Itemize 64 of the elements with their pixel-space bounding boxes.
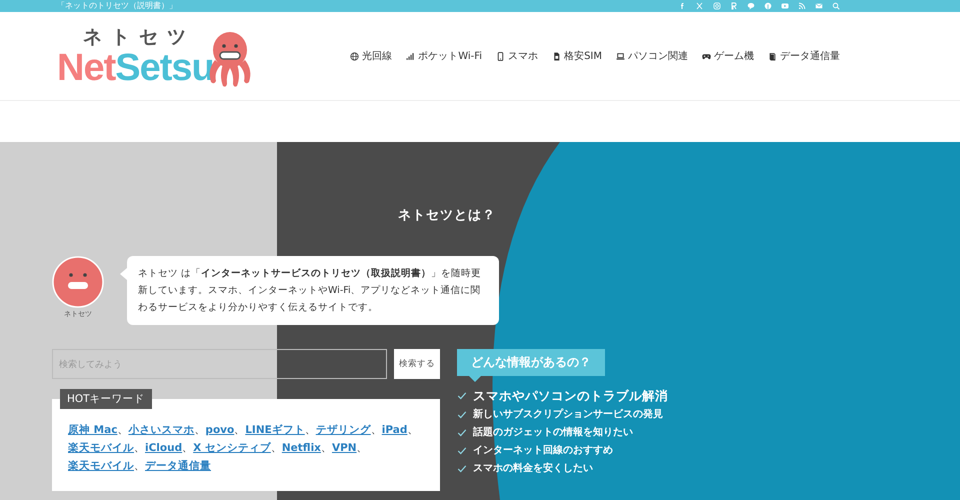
keyword-link[interactable]: 原神 Mac [68, 424, 118, 436]
phone-icon [496, 52, 506, 60]
separator-text: 、 [134, 460, 145, 472]
sim-card-icon [552, 52, 562, 60]
x-icon[interactable] [696, 2, 704, 10]
site-tagline: 「ネットのトリセツ（説明書）」 [57, 0, 177, 12]
nav-link[interactable]: ポケットWi-Fi [406, 49, 482, 63]
laptop-icon [616, 52, 625, 60]
separator-text: 、 [320, 442, 332, 454]
keyword-link[interactable]: iPad [382, 424, 408, 436]
nav-link[interactable]: 光回線 [350, 49, 392, 63]
search-icon[interactable] [832, 2, 840, 10]
keyword-link[interactable]: 楽天モバイル [68, 442, 134, 454]
nav-link[interactable]: ゲーム機 [702, 49, 754, 63]
separator-text: 、 [356, 442, 368, 454]
info-item: インターネット回線のおすすめ [473, 444, 613, 458]
hot-keyword-label: HOTキーワード [60, 389, 152, 409]
nav-link[interactable]: データ通信量 [768, 49, 840, 63]
keyword-link[interactable]: povo [205, 424, 234, 436]
separator-text: 、 [304, 424, 316, 436]
logo-kana: ネトセツ [83, 26, 195, 48]
logo-text: Net [57, 48, 116, 88]
label-tail [469, 376, 481, 382]
section-title: ネトセツとは？ [398, 207, 496, 224]
avatar-icon [52, 256, 104, 308]
pinterest-icon[interactable] [764, 2, 772, 10]
gamepad-icon [702, 52, 711, 60]
info-item: スマホやパソコンのトラブル解消 [473, 388, 668, 404]
globe-icon [350, 52, 360, 60]
keyword-link[interactable]: データ通信量 [145, 460, 211, 472]
keyword-link[interactable]: LINEギフト [245, 424, 305, 436]
keyword-link[interactable]: テザリング [316, 424, 371, 436]
info-item: 新しいサブスクリプションサービスの発見 [473, 408, 663, 422]
separator-text: 、 [234, 424, 246, 436]
nav-link[interactable]: パソコン関連 [616, 49, 688, 63]
chat-bubble-icon[interactable] [747, 2, 755, 10]
mail-icon[interactable] [815, 2, 823, 10]
keyword-link[interactable]: iCloud [145, 442, 182, 454]
keyword-link[interactable]: X センシティブ [193, 442, 271, 454]
rss-icon[interactable] [798, 2, 806, 10]
keyword-link[interactable]: 楽天モバイル [68, 460, 134, 472]
separator-text: 、 [370, 424, 382, 436]
nav-link[interactable]: スマホ [496, 49, 538, 63]
youtube-icon[interactable] [781, 2, 789, 10]
keyword-link[interactable]: 小さいスマホ [128, 424, 194, 436]
instagram-icon[interactable] [713, 2, 721, 10]
separator-text: 、 [117, 424, 128, 436]
book-icon [768, 52, 777, 60]
separator-text: 、 [194, 424, 206, 436]
keyword-link[interactable]: Netflix [282, 442, 321, 454]
info-item: 話題のガジェットの情報を知りたい [473, 426, 633, 440]
separator-text: 、 [182, 442, 194, 454]
r-letter-icon[interactable] [730, 2, 738, 10]
signal-bars-icon [406, 52, 416, 60]
info-label: どんな情報があるの？ [457, 349, 605, 376]
keyword-link[interactable]: VPN [332, 442, 357, 454]
nav-link[interactable]: 格安SIM [552, 49, 602, 63]
logo-text: Setsu [115, 48, 214, 88]
search-button[interactable]: 検索する [394, 349, 440, 379]
separator-text: 、 [407, 424, 418, 436]
separator-text: 、 [134, 442, 145, 454]
info-item: スマホの料金を安くしたい [473, 462, 593, 476]
separator-text: 、 [270, 442, 282, 454]
intro-text: ネトセツ は「インターネットサービスのトリセツ（取扱説明書）」を随時更新しています。スマホ、インターネットやWi-Fi、アプリなどネット通信に関わるサービスをより分かりやすく伝えるサイトです。 [138, 268, 482, 313]
